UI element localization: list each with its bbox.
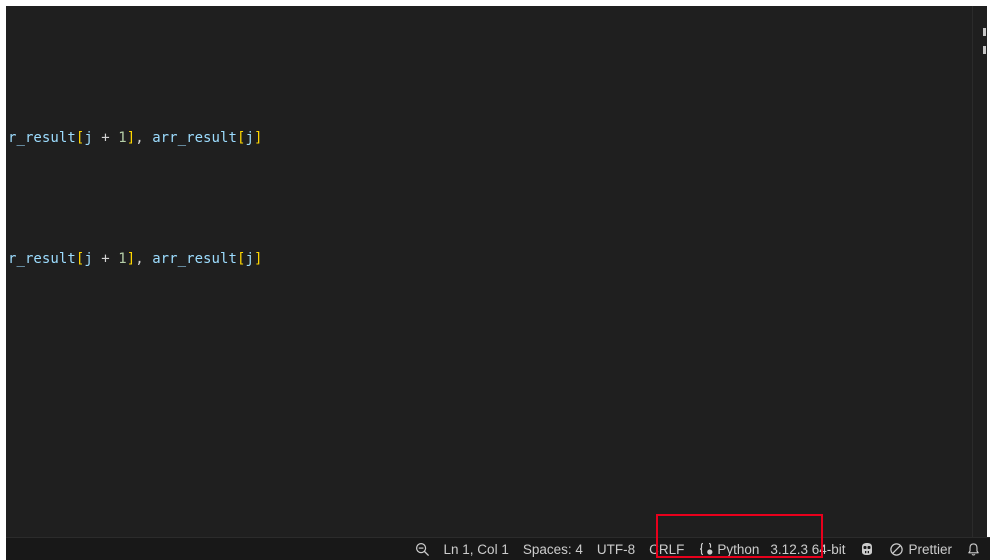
code-token: arr_result: [152, 251, 237, 267]
code-editor[interactable]: r_result[j + 1], arr_result[j] r_result[…: [6, 6, 987, 538]
code-token: ,: [135, 251, 153, 267]
vertical-scrollbar[interactable]: [972, 6, 987, 538]
code-token: +: [92, 251, 119, 267]
code-token: r_result: [8, 251, 76, 267]
curly-braces-icon: [698, 541, 714, 557]
copilot-button[interactable]: [852, 538, 882, 560]
code-token: ]: [126, 251, 136, 267]
code-token: j: [84, 130, 93, 146]
prettier-button[interactable]: Prettier: [882, 538, 959, 560]
code-token: j: [84, 251, 93, 267]
prettier-label: Prettier: [908, 541, 952, 557]
code-token: ]: [126, 130, 136, 146]
language-mode-selector[interactable]: Python: [691, 538, 763, 560]
code-line: r_result[j + 1], arr_result[j]: [8, 128, 262, 148]
code-token: ]: [253, 251, 263, 267]
code-token: j: [245, 130, 254, 146]
code-token: +: [92, 130, 119, 146]
code-token: ,: [135, 130, 153, 146]
code-token: j: [245, 251, 254, 267]
code-line: r_result[j + 1], arr_result[j]: [8, 249, 262, 269]
cursor-position[interactable]: Ln 1, Col 1: [437, 538, 516, 560]
scrollbar-marker: [983, 28, 986, 36]
line-ending-selector[interactable]: CRLF: [642, 538, 691, 560]
zoom-out-icon: [415, 542, 430, 557]
python-interpreter-selector[interactable]: 3.12.3 64-bit: [763, 538, 852, 560]
indentation-selector[interactable]: Spaces: 4: [516, 538, 590, 560]
code-token: r_result: [8, 130, 76, 146]
language-label: Python: [717, 541, 760, 557]
code-token: arr_result: [152, 130, 237, 146]
encoding-selector[interactable]: UTF-8: [590, 538, 642, 560]
copilot-icon: [859, 541, 875, 557]
bell-icon: [966, 542, 981, 557]
status-bar: Ln 1, Col 1 Spaces: 4 UTF-8 CRLF Python …: [6, 537, 990, 560]
code-token: 1: [118, 130, 127, 146]
status-bar-right: Ln 1, Col 1 Spaces: 4 UTF-8 CRLF Python …: [408, 538, 988, 560]
prohibited-icon: [889, 542, 904, 557]
code-token: ]: [253, 130, 263, 146]
code-token: 1: [118, 251, 127, 267]
zoom-button[interactable]: [408, 538, 437, 560]
scrollbar-marker: [983, 46, 986, 54]
notifications-button[interactable]: [959, 538, 988, 560]
